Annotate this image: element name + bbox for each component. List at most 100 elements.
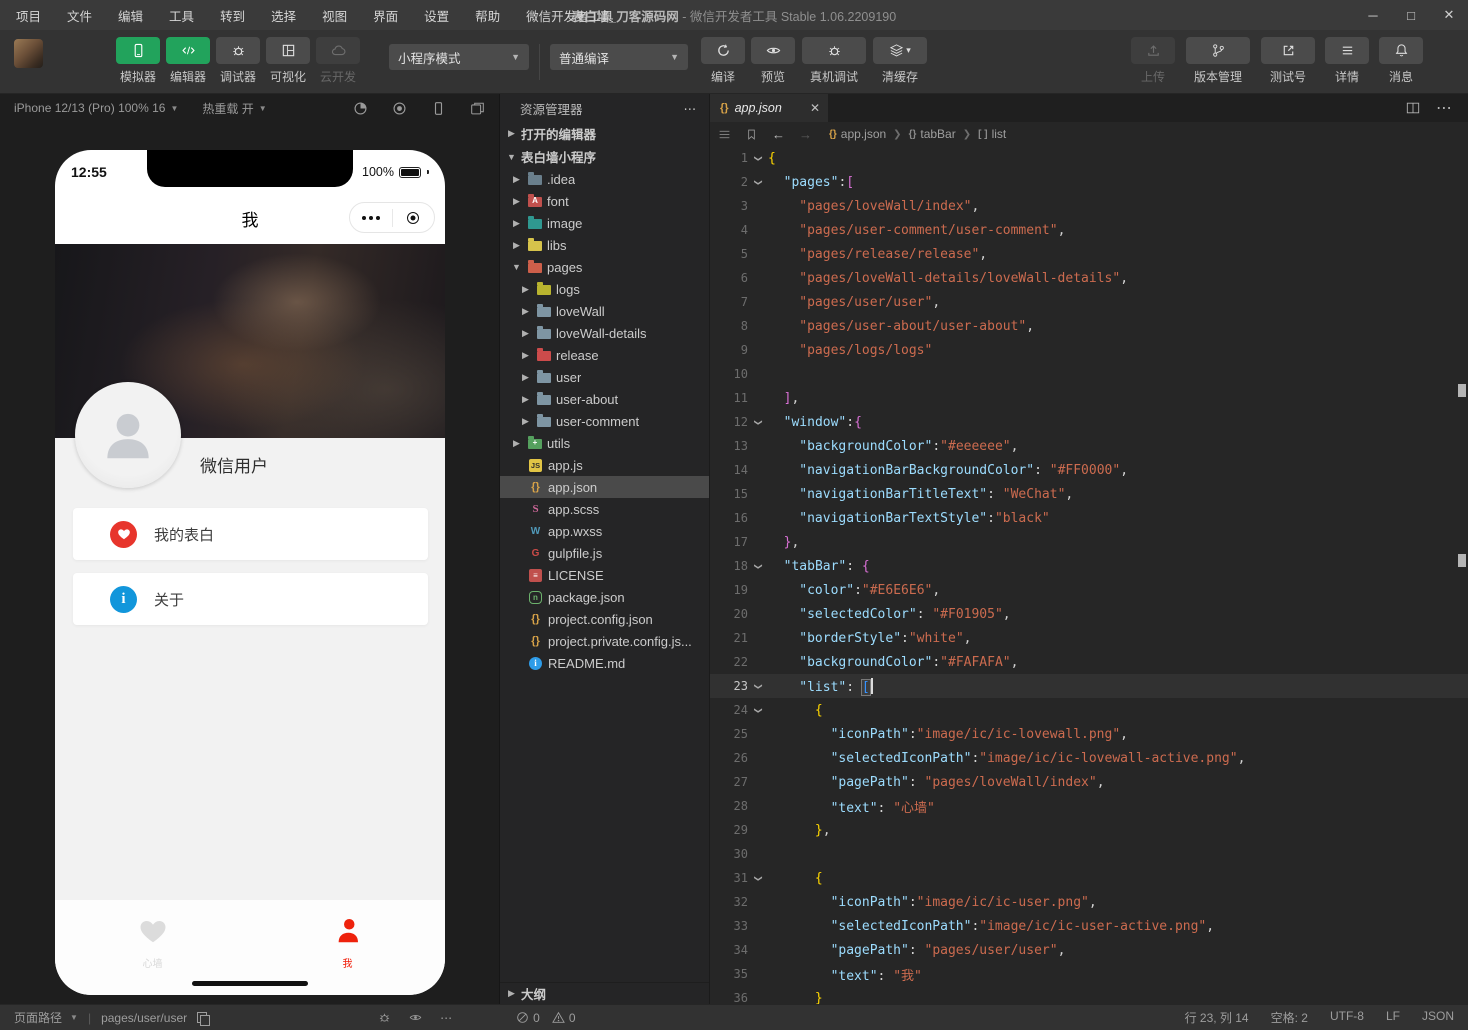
status-eol[interactable]: LF	[1386, 1009, 1400, 1026]
tree-item-package.json[interactable]: npackage.json	[500, 586, 709, 608]
record-icon[interactable]	[392, 101, 407, 116]
tree-item-image[interactable]: ▶image	[500, 212, 709, 234]
tree-item-app.scss[interactable]: Sapp.scss	[500, 498, 709, 520]
toolbar-button-模拟器[interactable]: 模拟器	[113, 37, 163, 85]
fold-chevron-icon[interactable]: ❯	[748, 704, 768, 717]
status-indentation[interactable]: 空格: 2	[1271, 1009, 1308, 1026]
tree-item-project.private.config.js...[interactable]: {}project.private.config.js...	[500, 630, 709, 652]
toolbar-button-上传[interactable]: 上传	[1128, 37, 1178, 85]
tree-item-.idea[interactable]: ▶.idea	[500, 168, 709, 190]
problems-indicator[interactable]: 0 0	[516, 1011, 575, 1025]
menu-item-2[interactable]: 编辑	[118, 6, 143, 25]
close-button[interactable]: ✕	[1430, 0, 1468, 30]
toolbar-button-消息[interactable]: 消息	[1376, 37, 1426, 85]
menu-item-0[interactable]: 项目	[16, 6, 41, 25]
more-options-button[interactable]	[350, 216, 392, 220]
fold-chevron-icon[interactable]: ❯	[748, 152, 768, 165]
compile-select-dropdown[interactable]: 普通编译 ▼	[550, 44, 688, 70]
more-actions-icon[interactable]: ⋯	[440, 1011, 452, 1025]
breadcrumb-item-list[interactable]: [ ]list	[978, 127, 1006, 141]
pie-icon[interactable]	[353, 101, 368, 116]
tree-item-libs[interactable]: ▶libs	[500, 234, 709, 256]
outline-list-icon[interactable]	[718, 128, 731, 141]
mode-select-dropdown[interactable]: 小程序模式 ▼	[389, 44, 529, 70]
close-icon[interactable]: ✕	[810, 101, 820, 115]
project-root-section[interactable]: ▼ 表白墙小程序	[500, 145, 709, 168]
tree-item-loveWall[interactable]: ▶loveWall	[500, 300, 709, 322]
hot-reload-toggle[interactable]: 热重载 开 ▼	[202, 100, 266, 117]
eye-icon[interactable]	[409, 1011, 422, 1024]
tree-item-app.wxss[interactable]: Wapp.wxss	[500, 520, 709, 542]
status-language-mode[interactable]: JSON	[1422, 1009, 1454, 1026]
menu-card-my-confession[interactable]: 我的表白	[73, 508, 428, 560]
maximize-button[interactable]: □	[1392, 0, 1430, 30]
toolbar-button-详情[interactable]: 详情	[1322, 37, 1372, 85]
menu-item-5[interactable]: 选择	[271, 6, 296, 25]
breadcrumb-item-tabBar[interactable]: {}tabBar	[909, 127, 956, 141]
bookmark-icon[interactable]	[745, 128, 758, 141]
tree-item-LICENSE[interactable]: ≡LICENSE	[500, 564, 709, 586]
fold-chevron-icon[interactable]: ❯	[748, 560, 768, 573]
breadcrumb-item-app.json[interactable]: {}app.json	[829, 127, 886, 141]
toolbar-button-编译[interactable]: 编译	[698, 37, 748, 85]
toolbar-button-云开发[interactable]: 云开发	[313, 37, 363, 85]
tree-item-user[interactable]: ▶user	[500, 366, 709, 388]
status-encoding[interactable]: UTF-8	[1330, 1009, 1364, 1026]
forward-arrow-icon[interactable]: →	[799, 127, 812, 142]
more-actions-icon[interactable]: ⋯	[684, 101, 698, 116]
toolbar-button-版本管理[interactable]: 版本管理	[1182, 37, 1254, 85]
user-avatar[interactable]	[14, 39, 43, 68]
toolbar-button-清缓存[interactable]: ▾清缓存	[870, 37, 930, 85]
debug-icon[interactable]	[378, 1011, 391, 1024]
back-arrow-icon[interactable]: ←	[772, 127, 785, 142]
phone-tab-心墙[interactable]: 心墙	[55, 916, 250, 970]
tree-item-logs[interactable]: ▶logs	[500, 278, 709, 300]
toolbar-button-真机调试[interactable]: 真机调试	[798, 37, 870, 85]
toolbar-button-编辑器[interactable]: 编辑器	[163, 37, 213, 85]
tree-item-gulpfile.js[interactable]: Ggulpfile.js	[500, 542, 709, 564]
minimize-button[interactable]: ─	[1354, 0, 1392, 30]
close-minimize-button[interactable]	[393, 212, 435, 224]
copy-icon[interactable]	[197, 1012, 208, 1024]
fold-chevron-icon[interactable]: ❯	[748, 176, 768, 189]
tree-item-utils[interactable]: ▶+utils	[500, 432, 709, 454]
phone-sm-icon[interactable]	[431, 101, 446, 116]
menu-item-6[interactable]: 视图	[322, 6, 347, 25]
more-actions-icon[interactable]: ⋯	[1436, 98, 1452, 118]
code-editor[interactable]: 1❯{2❯"pages":[3"pages/loveWall/index",4"…	[710, 146, 1468, 1004]
open-editors-section[interactable]: ▶ 打开的编辑器	[500, 122, 709, 145]
split-editor-icon[interactable]	[1406, 101, 1420, 115]
avatar[interactable]	[75, 382, 181, 488]
tab-app-json[interactable]: {} app.json ✕	[710, 94, 828, 122]
menu-item-9[interactable]: 帮助	[475, 6, 500, 25]
toolbar-button-调试器[interactable]: 调试器	[213, 37, 263, 85]
tree-item-font[interactable]: ▶Afont	[500, 190, 709, 212]
menu-item-1[interactable]: 文件	[67, 6, 92, 25]
tree-item-app.js[interactable]: JSapp.js	[500, 454, 709, 476]
home-indicator[interactable]	[192, 981, 308, 986]
status-cursor-position[interactable]: 行 23, 列 14	[1185, 1009, 1249, 1026]
tree-item-loveWall-details[interactable]: ▶loveWall-details	[500, 322, 709, 344]
tree-item-user-comment[interactable]: ▶user-comment	[500, 410, 709, 432]
toolbar-button-预览[interactable]: 预览	[748, 37, 798, 85]
toolbar-button-测试号[interactable]: 测试号	[1258, 37, 1318, 85]
fold-chevron-icon[interactable]: ❯	[748, 872, 768, 885]
device-selector[interactable]: iPhone 12/13 (Pro) 100% 16 ▼	[14, 101, 178, 115]
tree-item-user-about[interactable]: ▶user-about	[500, 388, 709, 410]
menu-item-10[interactable]: 微信开发者工具	[526, 6, 614, 25]
toolbar-button-可视化[interactable]: 可视化	[263, 37, 313, 85]
fold-chevron-icon[interactable]: ❯	[748, 416, 768, 429]
menu-item-3[interactable]: 工具	[169, 6, 194, 25]
fold-chevron-icon[interactable]: ❯	[748, 680, 768, 693]
menu-item-4[interactable]: 转到	[220, 6, 245, 25]
overview-ruler[interactable]	[1456, 94, 1468, 1004]
tree-item-app.json[interactable]: {}app.json	[500, 476, 709, 498]
menu-card-about[interactable]: i关于	[73, 573, 428, 625]
tree-item-release[interactable]: ▶release	[500, 344, 709, 366]
phone-tab-我[interactable]: 我	[250, 916, 445, 970]
outline-section[interactable]: ▶ 大纲	[500, 982, 709, 1004]
windows-icon[interactable]	[470, 101, 485, 116]
tree-item-README.md[interactable]: iREADME.md	[500, 652, 709, 674]
menu-item-8[interactable]: 设置	[424, 6, 449, 25]
tree-item-project.config.json[interactable]: {}project.config.json	[500, 608, 709, 630]
